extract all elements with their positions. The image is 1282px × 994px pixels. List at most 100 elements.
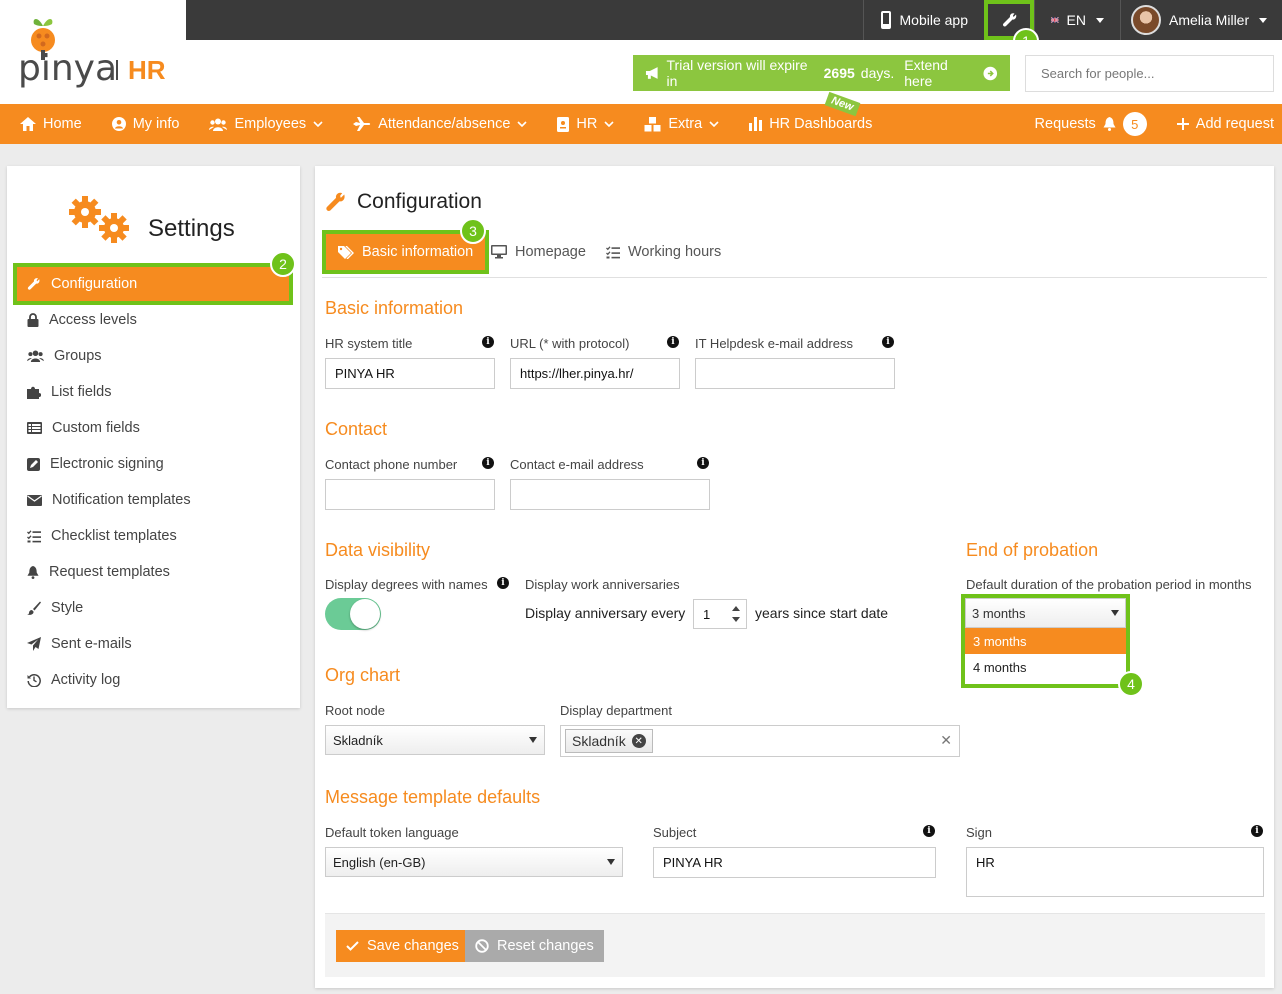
display-department-select[interactable]: Skladník ✕ ✕ [560, 725, 960, 757]
nav-add-request[interactable]: Add request [1157, 104, 1282, 144]
probation-select-current[interactable]: 3 months [965, 598, 1126, 628]
wrench-icon [27, 278, 40, 290]
url-input[interactable] [510, 358, 680, 389]
clear-icon[interactable]: ✕ [940, 732, 952, 749]
info-icon[interactable]: i [923, 825, 935, 837]
puzzle-icon [27, 386, 41, 399]
sidebar-item-label: Electronic signing [50, 456, 164, 472]
sign-label: Sign [966, 825, 993, 840]
token-language-label: Default token language [325, 825, 459, 840]
save-changes-button[interactable]: Save changes [336, 930, 469, 962]
tab-working-hours[interactable]: Working hours [606, 234, 721, 270]
nav-attendance[interactable]: Attendance/absence [333, 104, 537, 144]
sidebar-item-notification-templates[interactable]: Notification templates [17, 483, 289, 517]
mobile-app-label: Mobile app [899, 12, 969, 28]
signature-icon [27, 457, 40, 471]
tab-homepage[interactable]: Homepage [491, 234, 586, 270]
sidebar-item-configuration[interactable]: Configuration [13, 263, 293, 305]
top-bar: Mobile app EN Amelia Miller [186, 0, 1282, 40]
nav-extra-label: Extra [668, 116, 703, 132]
user-circle-icon [111, 117, 126, 131]
reset-changes-button[interactable]: Reset changes [465, 930, 604, 962]
info-icon[interactable]: i [482, 336, 494, 348]
sidebar-item-style[interactable]: Style [17, 591, 289, 625]
checklist-icon [606, 245, 620, 258]
bar-chart-icon [749, 117, 763, 131]
hr-title-label: HR system title [325, 336, 413, 351]
section-title-orgchart: Org chart [325, 665, 401, 685]
nav-my-info[interactable]: My info [92, 104, 190, 144]
remove-tag-icon[interactable]: ✕ [631, 734, 646, 748]
hr-title-input[interactable] [325, 358, 495, 389]
form-actions: Save changes Reset changes [325, 913, 1265, 977]
info-icon[interactable]: i [497, 577, 509, 589]
info-icon[interactable]: i [697, 457, 709, 469]
search-input[interactable] [1025, 55, 1274, 92]
nav-hr-dashboards[interactable]: HR Dashboards [729, 104, 882, 144]
nav-employees[interactable]: Employees [189, 104, 333, 144]
sidebar-item-checklist-templates[interactable]: Checklist templates [17, 519, 289, 553]
language-label: EN [1066, 12, 1086, 28]
nav-attendance-label: Attendance/absence [378, 116, 511, 132]
sidebar-item-custom-fields[interactable]: Custom fields [17, 411, 289, 445]
tab-label: Homepage [515, 244, 586, 260]
logo-area[interactable]: pinya HR [0, 0, 186, 104]
info-icon[interactable]: i [882, 336, 894, 348]
sign-textarea[interactable]: HR [966, 847, 1264, 897]
sidebar-item-request-templates[interactable]: Request templates [17, 555, 289, 589]
sidebar-item-list-fields[interactable]: List fields [17, 375, 289, 409]
trial-prefix: Trial version will expire in [666, 57, 808, 89]
configuration-panel: Configuration Basic information Homepage… [315, 166, 1274, 988]
probation-option[interactable]: 4 months [965, 654, 1126, 680]
nav-my-info-label: My info [132, 116, 180, 132]
plane-icon [353, 117, 371, 131]
sidebar-item-electronic-signing[interactable]: Electronic signing [17, 447, 289, 481]
requests-count-badge: 5 [1122, 112, 1147, 136]
paper-plane-icon [27, 637, 41, 651]
logo-divider [116, 60, 118, 80]
mobile-app-link[interactable]: Mobile app [862, 0, 985, 40]
sidebar-item-label: List fields [51, 384, 112, 400]
token-language-select[interactable]: English (en-GB) [325, 847, 623, 877]
nav-hr[interactable]: HR [537, 104, 624, 144]
save-label: Save changes [367, 938, 459, 954]
sidebar-item-activity-log[interactable]: Activity log [17, 663, 289, 697]
sidebar-item-sent-emails[interactable]: Sent e-mails [17, 627, 289, 661]
helpdesk-email-input[interactable] [695, 358, 895, 389]
contact-email-input[interactable] [510, 479, 710, 510]
sidebar-item-access-levels[interactable]: Access levels [17, 303, 289, 337]
info-icon[interactable]: i [1251, 825, 1263, 837]
tab-label: Basic information [362, 244, 474, 260]
home-icon [20, 117, 36, 131]
trial-extend-link[interactable]: Extend here [904, 57, 977, 89]
root-node-select[interactable]: Skladník [325, 725, 545, 755]
trial-banner[interactable]: Trial version will expire in 2695 days. … [633, 55, 1010, 91]
degrees-toggle[interactable] [325, 598, 381, 630]
chevron-down-icon [517, 121, 527, 127]
history-icon [27, 674, 41, 687]
nav-extra[interactable]: Extra [624, 104, 729, 144]
sidebar-item-label: Activity log [51, 672, 121, 688]
chevron-down-icon [709, 121, 719, 127]
info-icon[interactable]: i [667, 336, 679, 348]
nav-home[interactable]: Home [0, 104, 92, 144]
settings-title: Settings [148, 215, 235, 242]
nav-employees-label: Employees [234, 116, 307, 132]
sidebar-item-label: Configuration [51, 276, 138, 292]
user-menu[interactable]: Amelia Miller [1120, 0, 1282, 40]
department-tag-label: Skladník [572, 733, 626, 749]
paintbrush-icon [27, 601, 41, 615]
display-department-label: Display department [560, 703, 672, 718]
probation-option[interactable]: 3 months [965, 628, 1126, 654]
tab-basic-information[interactable]: Basic information [321, 230, 490, 274]
probation-select[interactable]: 3 months 3 months 4 months [961, 594, 1130, 688]
contact-phone-input[interactable] [325, 479, 495, 510]
subject-input[interactable] [653, 847, 936, 878]
list-table-icon [27, 422, 42, 434]
nav-requests[interactable]: Requests 5 [1025, 104, 1157, 144]
sidebar-item-groups[interactable]: Groups [17, 339, 289, 373]
stepper-arrows-icon[interactable] [731, 603, 741, 625]
language-selector[interactable]: EN [1034, 0, 1120, 40]
info-icon[interactable]: i [482, 457, 494, 469]
wrench-icon [1002, 13, 1016, 27]
